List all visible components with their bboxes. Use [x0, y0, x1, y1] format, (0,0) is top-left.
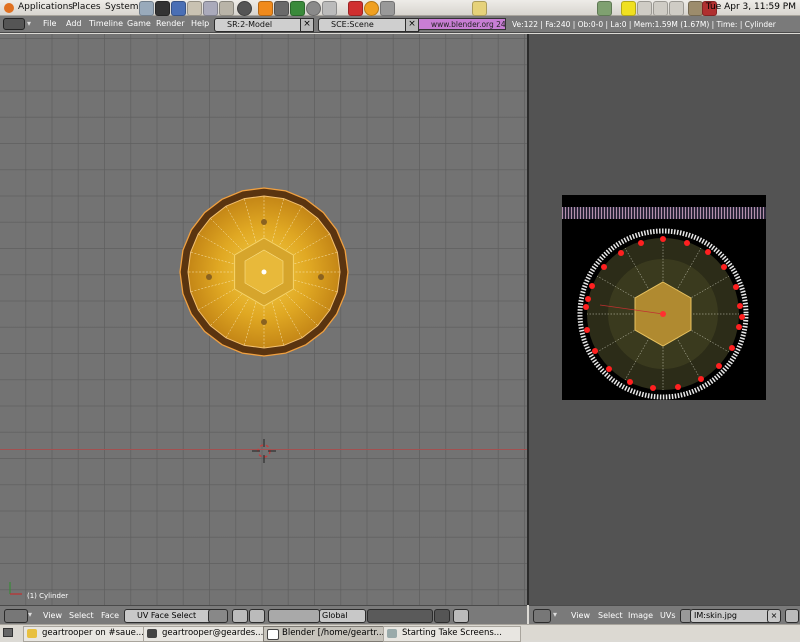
3d-viewport[interactable]: (1) Cylinder [0, 34, 527, 605]
image-name-field[interactable]: IM:skin.jpg [690, 609, 772, 623]
mode-label: UV Face Select [137, 611, 197, 620]
chevron-down-icon[interactable]: ▾ [28, 610, 32, 619]
editor-type-button[interactable] [4, 609, 28, 623]
workspace-3-icon[interactable] [653, 1, 668, 16]
layer-buttons[interactable] [367, 609, 433, 623]
uv-center-vertex [660, 311, 666, 317]
screen-selector[interactable]: SR:2-Model [214, 18, 314, 32]
screenshot-icon [387, 629, 397, 638]
network-tray-icon[interactable] [597, 1, 612, 16]
browser-launcher-icon[interactable] [139, 1, 154, 16]
office-launcher-icon[interactable] [171, 1, 186, 16]
red-app-launcher-icon[interactable] [348, 1, 363, 16]
firefox-launcher-icon[interactable] [364, 1, 379, 16]
image-unlink-button[interactable]: × [767, 609, 781, 623]
system-menu[interactable]: System [105, 2, 139, 12]
files-launcher-icon[interactable] [219, 1, 234, 16]
top-panel: Applications Places System Tue Apr 3, 11… [0, 0, 800, 16]
web-url: www.blender.org 243 [431, 20, 506, 29]
editor-launcher-icon[interactable] [187, 1, 202, 16]
media-launcher-icon[interactable] [380, 1, 395, 16]
editor-type-button[interactable] [533, 609, 551, 623]
active-object-label: (1) Cylinder [27, 592, 69, 600]
chevron-down-icon[interactable]: ▾ [553, 610, 557, 619]
menu-add[interactable]: Add [66, 19, 82, 28]
chevron-down-icon[interactable]: ▾ [27, 19, 31, 28]
menu-uvs[interactable]: UVs [660, 611, 676, 620]
menu-image[interactable]: Image [628, 611, 653, 620]
notes-launcher-icon[interactable] [203, 1, 218, 16]
menu-game[interactable]: Game [127, 19, 151, 28]
terminal-launcher-icon[interactable] [322, 1, 337, 16]
gimp-launcher-icon[interactable] [155, 1, 170, 16]
taskbar-item-label: Blender [/home/geartr... [282, 628, 385, 638]
axis-gizmo-icon [9, 582, 22, 595]
mode-selector[interactable]: UV Face Select [124, 609, 218, 623]
blender-launcher-icon[interactable] [258, 1, 273, 16]
screen-name: SR:2-Model [227, 20, 273, 29]
3d-view-header: ▾ View Select Face UV Face Select Global [0, 605, 527, 624]
taskbar: geartrooper on #saue... geartrooper@gear… [0, 624, 800, 642]
gnome-foot-icon [4, 3, 14, 13]
menu-view[interactable]: View [571, 611, 590, 620]
places-menu[interactable]: Places [72, 2, 101, 12]
image-editor-header: ▾ View Select Image UVs IM:skin.jpg × [529, 605, 800, 624]
window-type-button[interactable] [3, 18, 25, 30]
uv-texture-canvas[interactable] [562, 195, 766, 400]
applications-menu[interactable]: Applications [18, 2, 73, 12]
lock-button[interactable] [434, 609, 450, 623]
draw-type-button[interactable] [208, 609, 228, 623]
cylinder-mesh[interactable] [178, 186, 350, 358]
menu-select[interactable]: Select [69, 611, 94, 620]
taskbar-item-label: Starting Take Screens... [402, 628, 502, 638]
object-origin [261, 269, 267, 275]
menu-help[interactable]: Help [191, 19, 209, 28]
render-preview-button[interactable] [453, 609, 469, 623]
orientation-selector[interactable]: Global [319, 609, 366, 623]
menu-select[interactable]: Select [598, 611, 623, 620]
blender-info-header: ▾ File Add Timeline Game Render Help SR:… [0, 16, 800, 33]
scene-delete-button[interactable]: × [405, 18, 419, 32]
taskbar-item-label: geartrooper on #saue... [42, 628, 144, 638]
gear-launcher-icon[interactable] [306, 1, 321, 16]
menu-face[interactable]: Face [101, 611, 119, 620]
screen-delete-button[interactable]: × [300, 18, 314, 32]
uv-layout [577, 228, 749, 400]
scene-name: SCE:Scene [331, 20, 374, 29]
taskbar-item-label: geartrooper@geardes... [162, 628, 264, 638]
orientation-label: Global [322, 611, 348, 620]
menu-render[interactable]: Render [156, 19, 184, 28]
menu-timeline[interactable]: Timeline [89, 19, 123, 28]
image-name: IM:skin.jpg [694, 611, 737, 620]
image-options-button[interactable] [785, 609, 799, 623]
inkscape-launcher-icon[interactable] [237, 1, 252, 16]
manipulator-group[interactable] [268, 609, 320, 623]
scene-stats: Ve:122 | Fa:240 | Ob:0-0 | La:0 | Mem:1.… [512, 20, 776, 29]
3d-cursor-icon[interactable] [252, 439, 276, 463]
screenshot-launcher-icon[interactable] [472, 1, 487, 16]
snap-button[interactable] [249, 609, 265, 623]
menu-view[interactable]: View [43, 611, 62, 620]
menu-file[interactable]: File [43, 19, 56, 28]
tool-launcher-icon[interactable] [274, 1, 289, 16]
clock[interactable]: Tue Apr 3, 11:59 PM [706, 2, 796, 12]
window-icon [267, 629, 279, 640]
tree-launcher-icon[interactable] [290, 1, 305, 16]
chat-icon [27, 629, 37, 638]
terminal-icon [147, 629, 157, 638]
workspace-2-icon[interactable] [637, 1, 652, 16]
workspace-1-icon[interactable] [621, 1, 636, 16]
trash-tray-icon[interactable] [688, 1, 703, 16]
blender-web-button[interactable]: www.blender.org 243 [418, 18, 506, 30]
workspace-4-icon[interactable] [669, 1, 684, 16]
pivot-button[interactable] [232, 609, 248, 623]
show-desktop-icon[interactable] [3, 628, 13, 637]
